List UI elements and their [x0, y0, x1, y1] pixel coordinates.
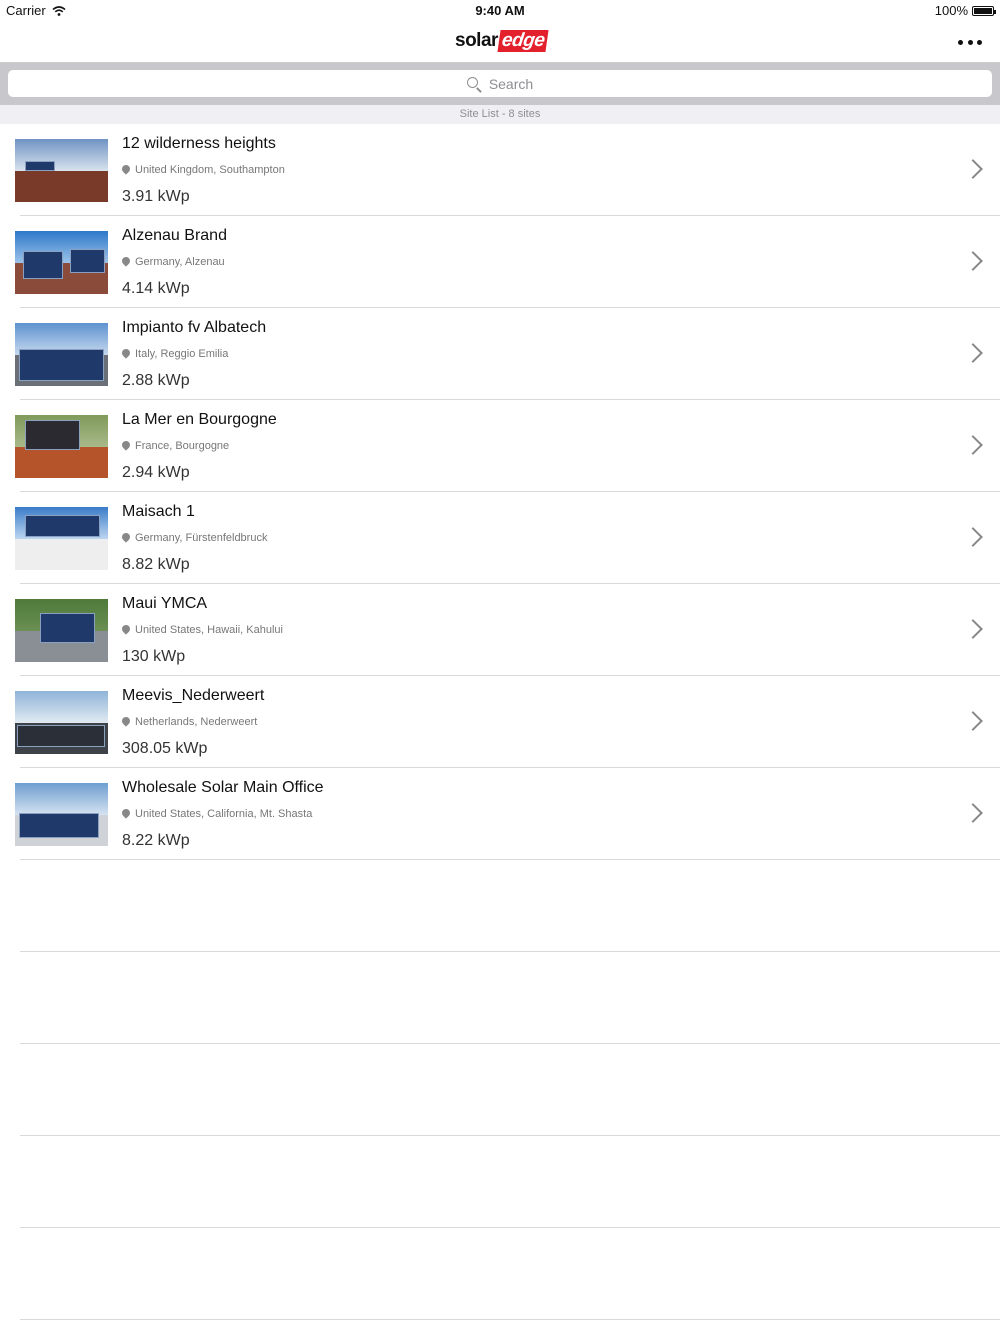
- battery-indicator: 100%: [934, 3, 996, 18]
- site-thumbnail: [15, 691, 108, 754]
- site-name: Maisach 1: [122, 503, 195, 520]
- site-location-text: United Kingdom, Southampton: [135, 164, 285, 176]
- site-location: Germany, Fürstenfeldbruck: [122, 532, 267, 544]
- site-thumbnail: [15, 599, 108, 662]
- chevron-right-icon: [963, 619, 983, 639]
- site-peak-power: 2.88 kWp: [122, 372, 190, 389]
- site-peak-power: 8.82 kWp: [122, 556, 190, 573]
- site-peak-power: 8.22 kWp: [122, 832, 190, 849]
- site-thumbnail: [15, 231, 108, 294]
- site-row[interactable]: Maui YMCA United States, Hawaii, Kahului…: [15, 584, 1000, 676]
- site-name: 12 wilderness heights: [122, 135, 276, 152]
- empty-row: [20, 1136, 1000, 1228]
- location-pin-icon: [122, 625, 130, 636]
- site-name: Alzenau Brand: [122, 227, 227, 244]
- search-icon: [466, 76, 482, 93]
- empty-row: [20, 860, 1000, 952]
- site-location-text: United States, California, Mt. Shasta: [135, 808, 313, 820]
- site-thumbnail: [15, 507, 108, 570]
- site-row[interactable]: Wholesale Solar Main Office United State…: [15, 768, 1000, 860]
- empty-row: [20, 952, 1000, 1044]
- more-dot: [977, 39, 982, 45]
- site-peak-power: 2.94 kWp: [122, 464, 190, 481]
- site-name: Impianto fv Albatech: [122, 319, 267, 336]
- location-pin-icon: [122, 349, 130, 360]
- site-peak-power: 130 kWp: [122, 648, 186, 665]
- chevron-right-icon: [963, 803, 983, 823]
- site-location: United Kingdom, Southampton: [122, 164, 285, 176]
- site-location: Italy, Reggio Emilia: [122, 348, 228, 360]
- site-location-text: Germany, Alzenau: [135, 256, 225, 268]
- empty-row: [20, 1044, 1000, 1136]
- logo-edge-text: edge: [497, 30, 549, 52]
- more-horizontal-icon: [958, 39, 963, 45]
- site-thumbnail: [15, 323, 108, 386]
- site-list: 12 wilderness heights United Kingdom, So…: [0, 124, 1000, 1320]
- site-thumbnail: [15, 139, 108, 202]
- site-location: United States, Hawaii, Kahului: [122, 624, 283, 636]
- site-peak-power: 3.91 kWp: [122, 188, 190, 205]
- site-name: Wholesale Solar Main Office: [122, 779, 324, 796]
- site-thumbnail: [15, 783, 108, 846]
- site-thumbnail: [15, 415, 108, 478]
- site-location: France, Bourgogne: [122, 440, 229, 452]
- chevron-right-icon: [963, 251, 983, 271]
- location-pin-icon: [122, 165, 130, 176]
- site-row[interactable]: Alzenau Brand Germany, Alzenau 4.14 kWp: [15, 216, 1000, 308]
- site-row[interactable]: Meevis_Nederweert Netherlands, Nederweer…: [15, 676, 1000, 768]
- site-location: Germany, Alzenau: [122, 256, 225, 268]
- site-row[interactable]: Impianto fv Albatech Italy, Reggio Emili…: [15, 308, 1000, 400]
- location-pin-icon: [122, 717, 130, 728]
- solaredge-logo: solar edge: [455, 30, 549, 52]
- status-bar: Carrier 9:40 AM 100%: [0, 0, 1000, 22]
- search-placeholder: Search: [488, 75, 534, 92]
- site-location: United States, California, Mt. Shasta: [122, 808, 312, 820]
- site-location: Netherlands, Nederweert: [122, 716, 257, 728]
- site-location-text: Netherlands, Nederweert: [135, 716, 258, 728]
- site-location-text: United States, Hawaii, Kahului: [135, 624, 283, 636]
- site-peak-power: 4.14 kWp: [122, 280, 190, 297]
- chevron-right-icon: [963, 343, 983, 363]
- location-pin-icon: [122, 533, 130, 544]
- site-name: Meevis_Nederweert: [122, 687, 265, 704]
- chevron-right-icon: [963, 527, 983, 547]
- location-pin-icon: [122, 809, 130, 820]
- site-location-text: Italy, Reggio Emilia: [135, 348, 229, 360]
- chevron-right-icon: [963, 159, 983, 179]
- search-bar-container: Search: [0, 63, 1000, 105]
- empty-row: [20, 1228, 1000, 1320]
- location-pin-icon: [122, 441, 130, 452]
- site-location-text: Germany, Fürstenfeldbruck: [135, 532, 268, 544]
- site-list-header: Site List - 8 sites: [0, 105, 1000, 124]
- more-dot: [967, 39, 973, 45]
- location-pin-icon: [122, 257, 130, 268]
- navigation-bar: solar edge: [0, 22, 1000, 63]
- site-peak-power: 308.05 kWp: [122, 740, 208, 757]
- battery-percent: 100%: [934, 3, 968, 18]
- site-row[interactable]: La Mer en Bourgogne France, Bourgogne 2.…: [15, 400, 1000, 492]
- clock: 9:40 AM: [475, 3, 525, 18]
- site-name: La Mer en Bourgogne: [122, 411, 277, 428]
- site-row[interactable]: Maisach 1 Germany, Fürstenfeldbruck 8.82…: [15, 492, 1000, 584]
- site-row[interactable]: 12 wilderness heights United Kingdom, So…: [15, 124, 1000, 216]
- site-name: Maui YMCA: [122, 595, 208, 612]
- more-options-button[interactable]: [958, 32, 982, 52]
- search-input[interactable]: Search: [8, 70, 992, 97]
- site-location-text: France, Bourgogne: [135, 440, 230, 452]
- chevron-right-icon: [963, 711, 983, 731]
- battery-icon: [972, 5, 996, 16]
- chevron-right-icon: [963, 435, 983, 455]
- logo-solar-text: solar: [455, 30, 498, 51]
